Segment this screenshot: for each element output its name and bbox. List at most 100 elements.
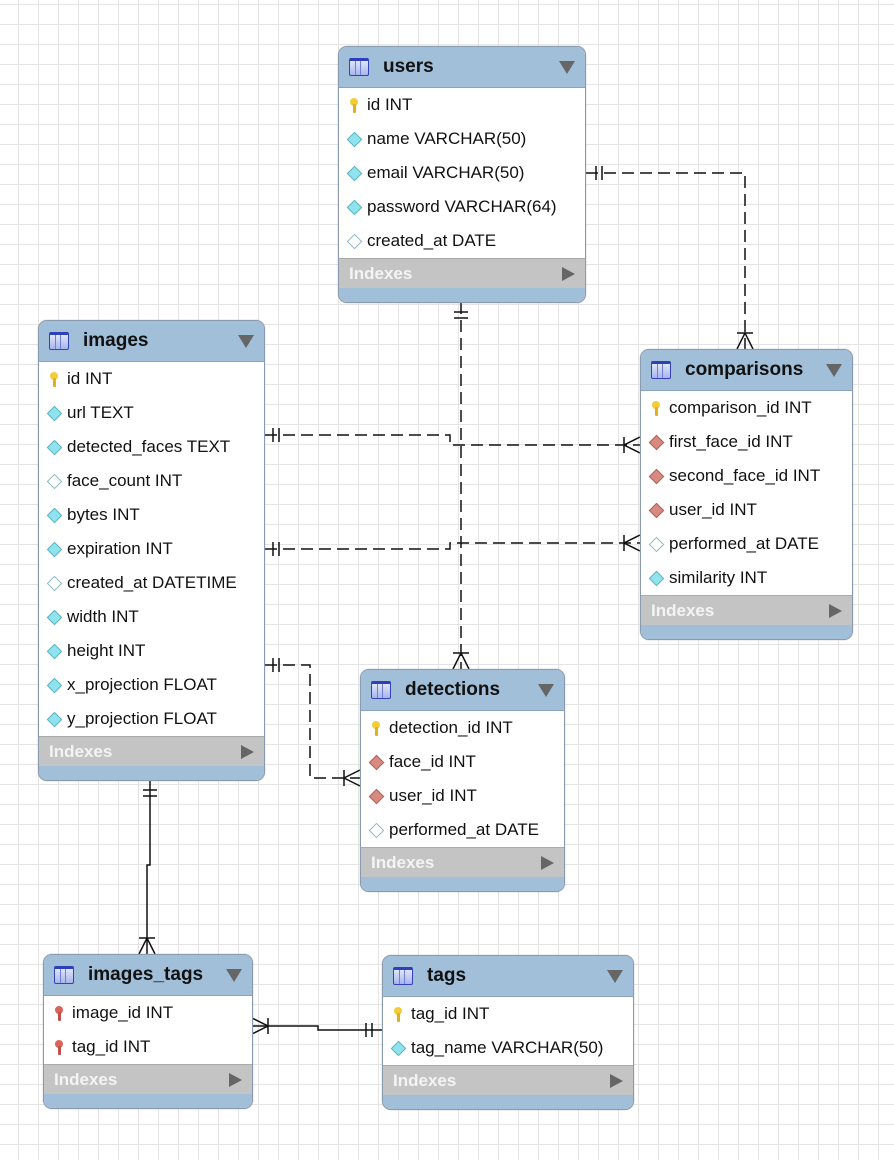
expand-arrow-icon[interactable] (562, 266, 575, 281)
column-row[interactable]: image_id INT (44, 996, 252, 1030)
column-label: similarity INT (669, 568, 768, 587)
column-row[interactable]: user_id INT (361, 779, 564, 813)
indexes-section[interactable]: Indexes (383, 1065, 633, 1095)
column-row[interactable]: comparison_id INT (641, 391, 852, 425)
table-comparisons[interactable]: comparisons comparison_id INT first_face… (640, 349, 853, 640)
column-row[interactable]: performed_at DATE (641, 527, 852, 561)
expand-arrow-icon[interactable] (241, 744, 254, 759)
column-row[interactable]: width INT (39, 600, 264, 634)
table-name: users (383, 56, 434, 77)
column-label: url TEXT (67, 403, 134, 422)
table-header[interactable]: tags (383, 956, 633, 997)
rel-images-comparisons-1 (265, 434, 640, 446)
table-icon (349, 58, 369, 76)
not-null-column-icon (47, 406, 61, 420)
column-row[interactable]: face_count INT (39, 464, 264, 498)
collapse-arrow-icon[interactable] (607, 969, 623, 983)
column-label: width INT (67, 607, 139, 626)
table-header[interactable]: images_tags (44, 955, 252, 996)
indexes-label: Indexes (651, 600, 715, 620)
column-row[interactable]: detection_id INT (361, 711, 564, 745)
table-header[interactable]: users (339, 47, 585, 88)
collapse-arrow-icon[interactable] (559, 60, 575, 74)
expand-arrow-icon[interactable] (610, 1073, 623, 1088)
column-row[interactable]: similarity INT (641, 561, 852, 595)
column-row[interactable]: id INT (339, 88, 585, 122)
nullable-column-icon (47, 474, 61, 488)
column-label: detection_id INT (389, 718, 513, 737)
column-label: user_id INT (669, 500, 757, 519)
collapse-arrow-icon[interactable] (826, 363, 842, 377)
indexes-section[interactable]: Indexes (44, 1064, 252, 1094)
table-icon (393, 967, 413, 985)
collapse-arrow-icon[interactable] (538, 683, 554, 697)
column-row[interactable]: password VARCHAR(64) (339, 190, 585, 224)
column-label: email VARCHAR(50) (367, 163, 525, 182)
table-images_tags[interactable]: images_tags image_id INT tag_id INT Inde… (43, 954, 253, 1109)
table-users[interactable]: users id INT name VARCHAR(50) email VARC… (338, 46, 586, 303)
column-label: first_face_id INT (669, 432, 793, 451)
nullable-column-icon (47, 576, 61, 590)
indexes-label: Indexes (349, 263, 413, 283)
column-row[interactable]: y_projection FLOAT (39, 702, 264, 736)
column-row[interactable]: name VARCHAR(50) (339, 122, 585, 156)
indexes-section[interactable]: Indexes (361, 847, 564, 877)
column-label: second_face_id INT (669, 466, 821, 485)
expand-arrow-icon[interactable] (229, 1072, 242, 1087)
column-row[interactable]: expiration INT (39, 532, 264, 566)
column-row[interactable]: x_projection FLOAT (39, 668, 264, 702)
table-header[interactable]: detections (361, 670, 564, 711)
table-detections[interactable]: detections detection_id INT face_id INT … (360, 669, 565, 892)
column-row[interactable]: performed_at DATE (361, 813, 564, 847)
indexes-section[interactable]: Indexes (641, 595, 852, 625)
column-row[interactable]: created_at DATE (339, 224, 585, 258)
foreign-key-column-icon (649, 503, 663, 517)
column-label: performed_at DATE (669, 534, 819, 553)
column-row[interactable]: tag_name VARCHAR(50) (383, 1031, 633, 1065)
column-label: image_id INT (72, 1003, 174, 1022)
column-row[interactable]: user_id INT (641, 493, 852, 527)
column-row[interactable]: first_face_id INT (641, 425, 852, 459)
column-row[interactable]: email VARCHAR(50) (339, 156, 585, 190)
column-label: id INT (67, 369, 113, 388)
column-label: comparison_id INT (669, 398, 812, 417)
collapse-arrow-icon[interactable] (238, 334, 254, 348)
not-null-column-icon (47, 644, 61, 658)
column-label: tag_id INT (411, 1004, 490, 1023)
table-footer (641, 625, 852, 639)
table-name: images_tags (88, 964, 204, 985)
column-row[interactable]: height INT (39, 634, 264, 668)
table-tags[interactable]: tags tag_id INT tag_name VARCHAR(50) Ind… (382, 955, 634, 1110)
expand-arrow-icon[interactable] (829, 603, 842, 618)
table-footer (383, 1095, 633, 1109)
column-row[interactable]: id INT (39, 362, 264, 396)
table-icon (651, 361, 671, 379)
column-row[interactable]: bytes INT (39, 498, 264, 532)
indexes-section[interactable]: Indexes (339, 258, 585, 288)
column-row[interactable]: tag_id INT (44, 1030, 252, 1064)
table-header[interactable]: comparisons (641, 350, 852, 391)
not-null-column-icon (347, 132, 361, 146)
not-null-column-icon (47, 542, 61, 556)
column-row[interactable]: created_at DATETIME (39, 566, 264, 600)
rel-images-images_tags (146, 781, 151, 954)
nullable-column-icon (369, 823, 383, 837)
column-row[interactable]: face_id INT (361, 745, 564, 779)
primary-key-icon (47, 372, 61, 387)
column-label: bytes INT (67, 505, 140, 524)
column-row[interactable]: second_face_id INT (641, 459, 852, 493)
primary-foreign-key-icon (52, 1040, 66, 1055)
indexes-label: Indexes (54, 1069, 118, 1089)
table-header[interactable]: images (39, 321, 264, 362)
table-images[interactable]: images id INT url TEXT detected_faces TE… (38, 320, 265, 781)
column-label: name VARCHAR(50) (367, 129, 527, 148)
expand-arrow-icon[interactable] (541, 855, 554, 870)
indexes-section[interactable]: Indexes (39, 736, 264, 766)
column-label: password VARCHAR(64) (367, 197, 557, 216)
column-row[interactable]: tag_id INT (383, 997, 633, 1031)
column-row[interactable]: url TEXT (39, 396, 264, 430)
column-row[interactable]: detected_faces TEXT (39, 430, 264, 464)
collapse-arrow-icon[interactable] (226, 968, 242, 982)
table-name: comparisons (685, 359, 804, 380)
rel-images-detections (265, 664, 360, 779)
